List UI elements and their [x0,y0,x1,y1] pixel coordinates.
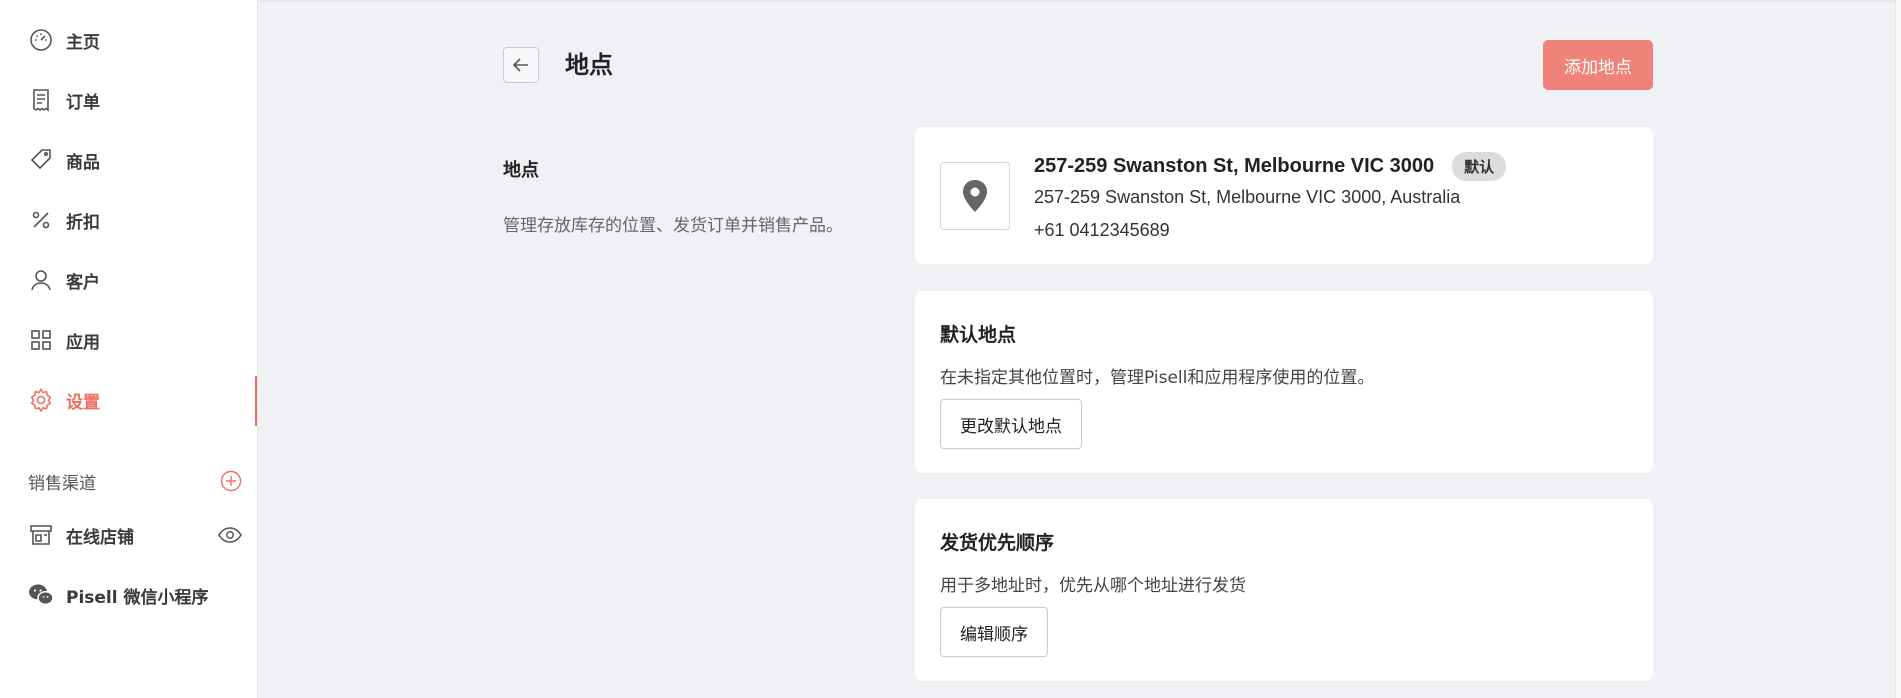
location-card[interactable]: 257-259 Swanston St, Melbourne VIC 3000 … [915,127,1653,264]
back-button[interactable] [503,47,539,83]
sidebar-item-products[interactable]: 商品 [28,140,248,180]
default-badge: 默认 [1452,152,1507,181]
sidebar-item-label: 订单 [66,92,100,113]
sidebar-item-label: 设置 [66,392,100,413]
location-phone: +61 0412345689 [1034,220,1170,240]
location-pin-box [940,162,1010,230]
add-channel-icon[interactable] [220,470,242,492]
scrollbar[interactable] [1895,0,1901,698]
sidebar-item-label: 折扣 [66,212,100,233]
percent-icon [28,207,54,233]
card-description: 在未指定其他位置时，管理Pisell和应用程序使用的位置。 [940,368,1375,388]
default-location-card: 默认地点 在未指定其他位置时，管理Pisell和应用程序使用的位置。 更改默认地… [915,291,1653,473]
change-default-location-button[interactable]: 更改默认地点 [940,399,1082,449]
section-title: 地点 [503,160,539,181]
sidebar-item-home[interactable]: 主页 [28,20,248,60]
dashboard-icon [28,27,54,53]
apps-grid-icon [28,327,54,353]
edit-order-button[interactable]: 编辑顺序 [940,607,1048,657]
arrow-left-icon [512,56,530,74]
card-title: 默认地点 [940,324,1017,346]
sidebar-item-apps[interactable]: 应用 [28,320,248,360]
sidebar: 主页 订单 商品 折扣 客户 应用 设置 销售渠道 在线店铺 Pisell 微信… [0,0,258,698]
sidebar-item-label: 在线店铺 [66,527,134,548]
location-address: 257-259 Swanston St, Melbourne VIC 3000,… [1034,187,1461,207]
location-pin-icon [962,180,988,212]
sidebar-item-label: 应用 [66,332,100,353]
sales-channels-header: 销售渠道 [28,466,242,496]
sidebar-item-orders[interactable]: 订单 [28,80,248,120]
card-title: 发货优先顺序 [940,532,1055,554]
location-name-row: 257-259 Swanston St, Melbourne VIC 3000 … [1034,152,1507,181]
add-location-button[interactable]: 添加地点 [1543,40,1653,90]
top-shadow [258,0,1901,3]
sidebar-item-discounts[interactable]: 折扣 [28,200,248,240]
sales-channels-label: 销售渠道 [28,473,96,494]
user-icon [28,267,54,293]
card-description: 用于多地址时，优先从哪个地址进行发货 [940,576,1246,596]
shipping-priority-card: 发货优先顺序 用于多地址时，优先从哪个地址进行发货 编辑顺序 [915,499,1653,681]
sidebar-item-label: 客户 [66,272,100,293]
location-name: 257-259 Swanston St, Melbourne VIC 3000 [1034,155,1435,177]
sidebar-item-label: 主页 [66,32,100,53]
store-icon [28,522,54,548]
gear-icon [28,387,54,413]
receipt-icon [28,87,54,113]
sidebar-item-wechat-mini-program[interactable]: Pisell 微信小程序 [28,575,242,615]
sidebar-item-label: Pisell 微信小程序 [66,587,209,608]
sidebar-item-online-store[interactable]: 在线店铺 [28,515,242,555]
wechat-icon [28,582,54,608]
page-title: 地点 [565,51,613,79]
sidebar-item-customers[interactable]: 客户 [28,260,248,300]
section-description: 管理存放库存的位置、发货订单并销售产品。 [503,216,843,236]
active-indicator [255,376,257,426]
tag-icon [28,147,54,173]
eye-icon[interactable] [218,526,242,544]
sidebar-item-label: 商品 [66,152,100,173]
sidebar-item-settings[interactable]: 设置 [28,380,248,420]
